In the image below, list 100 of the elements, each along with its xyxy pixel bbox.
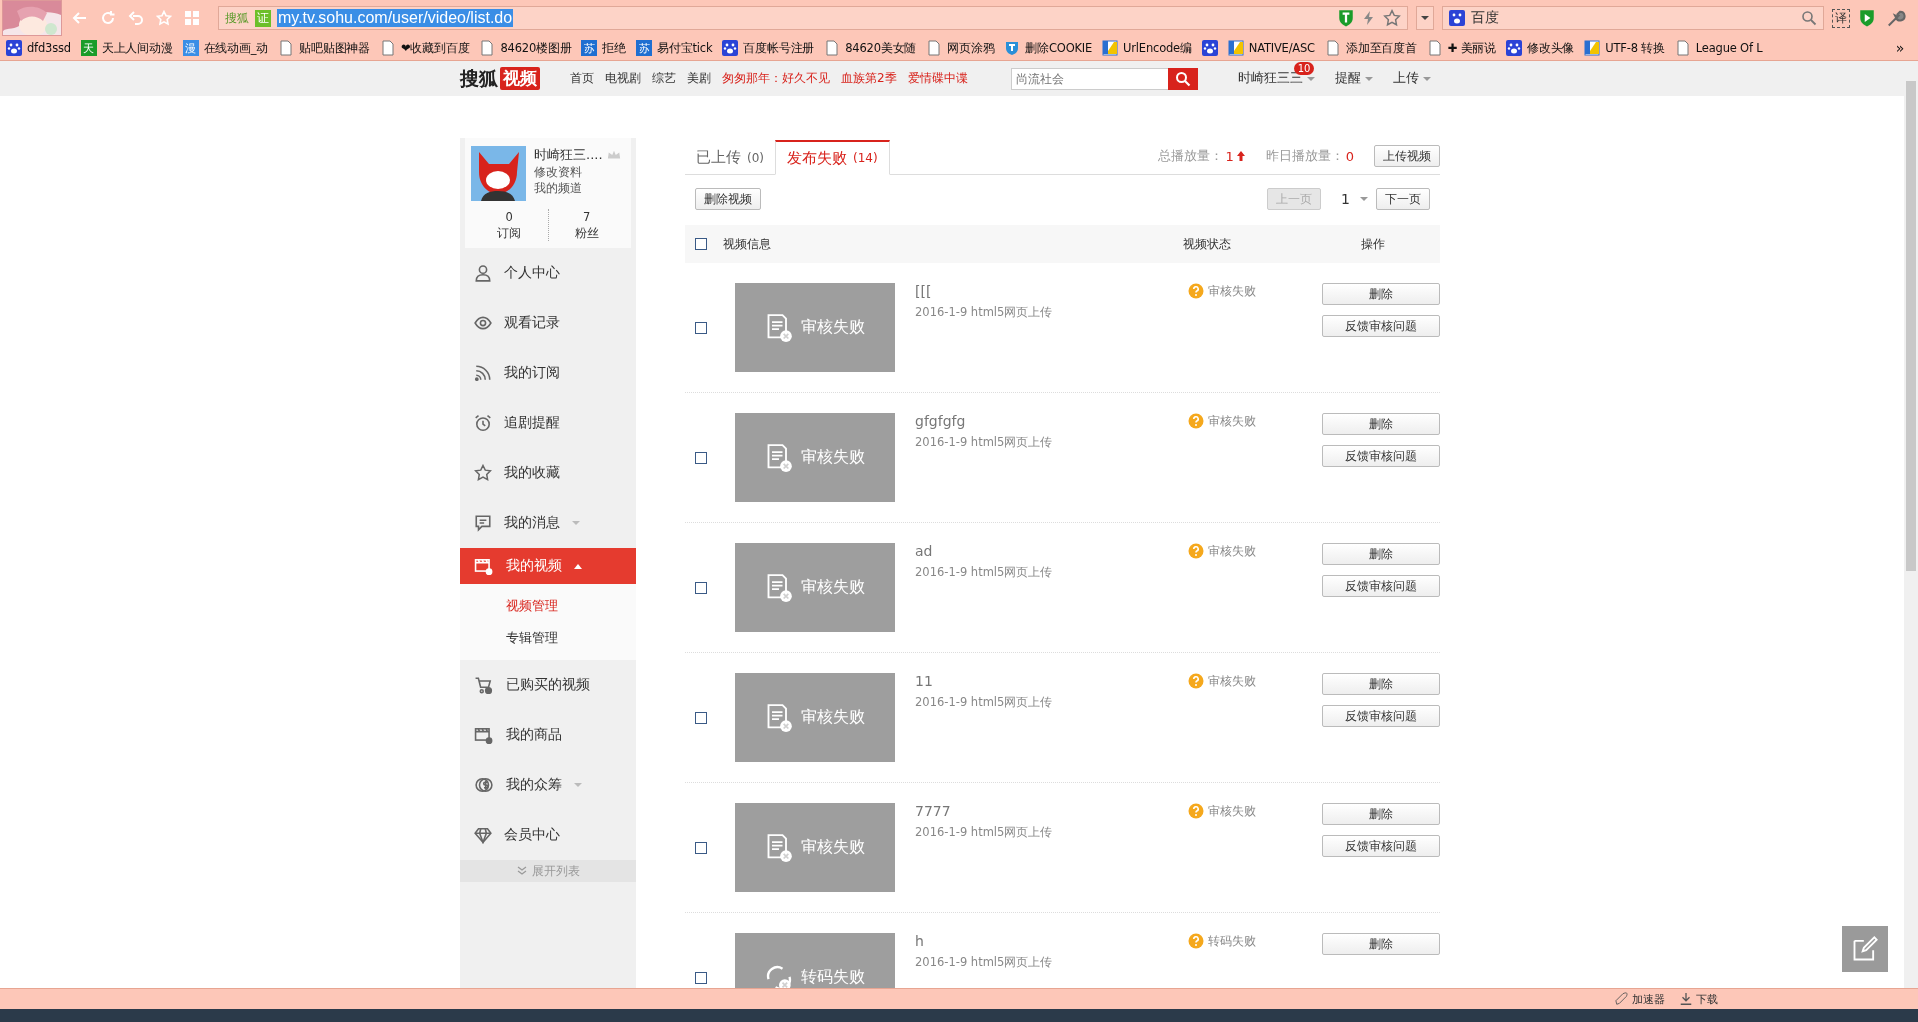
sidebar-item[interactable]: 我的消息	[460, 498, 636, 548]
bookmark-link[interactable]: UTF-8 转换	[1605, 40, 1665, 56]
bookmark-link[interactable]: 修改头像	[1527, 40, 1575, 56]
video-title[interactable]: ad	[915, 543, 1189, 559]
nav-link[interactable]: 血族第2季	[841, 70, 897, 87]
sidebar-item[interactable]: 我的视频	[460, 548, 636, 584]
page-icon	[278, 40, 295, 56]
nav-link[interactable]: 爱情碟中谍	[907, 70, 968, 87]
sidebar-subitem[interactable]: 视频管理	[460, 590, 558, 622]
play-shield-icon	[1858, 9, 1876, 27]
row-checkbox[interactable]	[695, 321, 707, 334]
row-checkbox[interactable]	[695, 581, 707, 594]
split-square-icon	[1584, 40, 1601, 56]
row-checkbox[interactable]	[695, 841, 707, 854]
search-field[interactable]: 百度	[1442, 6, 1824, 30]
status-item[interactable]: 加速器	[1632, 991, 1665, 1007]
action-button[interactable]: 删除	[1322, 933, 1440, 955]
bookmark-link[interactable]: 易付宝tick	[657, 40, 713, 56]
bookmark-link[interactable]: ❤收藏到百度	[401, 40, 470, 56]
bookmark-link[interactable]: 拒绝	[602, 40, 627, 56]
nav-link[interactable]: 电视剧	[605, 70, 641, 87]
sidebar-item[interactable]: 我的订阅	[460, 348, 636, 398]
sidebar-item[interactable]: 我的商品	[460, 710, 636, 760]
search-button[interactable]	[1167, 67, 1198, 90]
sidebar-item[interactable]: 追剧提醒	[460, 398, 636, 448]
site-logo-text[interactable]: 搜狐	[460, 65, 498, 92]
nav-link[interactable]: 美剧	[687, 70, 711, 87]
bookmark-link[interactable]: 84620楼图册	[500, 40, 572, 56]
site-search-field[interactable]: 尚流社会	[1010, 67, 1168, 90]
nav-link[interactable]: 综艺	[652, 70, 676, 87]
page-icon	[380, 40, 397, 56]
bookmark-link[interactable]: 添加至百度首	[1345, 40, 1417, 56]
video-title[interactable]: 7777	[915, 803, 1189, 819]
paw-icon	[6, 40, 22, 56]
action-button[interactable]: 删除	[1322, 673, 1440, 695]
select-all-checkbox[interactable]	[695, 238, 707, 250]
action-button[interactable]: 反馈审核问题	[1322, 315, 1440, 337]
profile-name[interactable]: 时崎狂三....	[534, 146, 603, 164]
bookmark-link[interactable]: ✚ 美丽说	[1447, 40, 1497, 56]
action-button[interactable]: 反馈审核问题	[1322, 575, 1440, 597]
stat-value: 0	[504, 209, 514, 225]
video-title[interactable]: 11	[915, 673, 1189, 689]
bookmark-link[interactable]: UrlEncode编	[1123, 40, 1192, 56]
row-checkbox[interactable]	[695, 971, 707, 984]
action-button[interactable]: 反馈审核问题	[1322, 445, 1440, 467]
action-button[interactable]: 删除	[1322, 803, 1440, 825]
page-number[interactable]: 1	[1341, 191, 1350, 207]
nav-link[interactable]: 首页	[570, 70, 594, 87]
action-button[interactable]: 反馈审核问题	[1322, 835, 1440, 857]
profile-link[interactable]: 修改资料	[534, 164, 621, 180]
up-arrow-icon	[1235, 150, 1246, 162]
status-item[interactable]: 下载	[1696, 991, 1718, 1007]
site-logo-badge[interactable]: 视频	[500, 67, 540, 90]
dropdown-button[interactable]	[1416, 6, 1434, 30]
video-title[interactable]: gfgfgfg	[915, 413, 1189, 429]
paw-icon	[1201, 40, 1218, 56]
bookmark-link[interactable]: 网页涂鸦	[947, 40, 995, 56]
bookmark-link[interactable]: League Of L	[1695, 41, 1763, 55]
bookmark-link[interactable]: 贴吧贴图神器	[299, 40, 371, 56]
action-button[interactable]: 删除	[1322, 413, 1440, 435]
bookmark-link[interactable]: 删除COOKIE	[1025, 40, 1093, 56]
bookmark-link[interactable]: 84620美女随	[845, 40, 917, 56]
row-checkbox[interactable]	[695, 711, 707, 724]
action-button[interactable]: 删除	[1322, 543, 1440, 565]
header-menu[interactable]: 上传	[1392, 70, 1419, 87]
nav-link[interactable]: 匆匆那年：好久不见	[722, 70, 830, 87]
bookmark-link[interactable]: 天上人间动漫	[101, 40, 173, 56]
header-menu[interactable]: 提醒	[1334, 70, 1361, 87]
video-title[interactable]: [[[	[915, 283, 1189, 299]
sidebar-subitem[interactable]: 专辑管理	[460, 622, 558, 654]
more-bookmarks-button[interactable]: »	[1895, 40, 1904, 56]
sidebar-item[interactable]: 个人中心	[460, 248, 636, 298]
action-button[interactable]: 删除	[1322, 283, 1440, 305]
download-icon	[1679, 992, 1693, 1006]
sidebar-item[interactable]: 我的众筹	[460, 760, 636, 810]
video-title[interactable]: h	[915, 933, 1189, 949]
row-checkbox[interactable]	[695, 451, 707, 464]
next-page-button[interactable]: 下一页	[1376, 188, 1430, 210]
document-failed-icon	[765, 573, 793, 602]
upload-video-button[interactable]: 上传视频	[1374, 145, 1440, 167]
profile-link[interactable]: 我的频道	[534, 180, 621, 196]
delete-videos-button[interactable]: 删除视频	[695, 188, 761, 210]
upload-info: 2016-1-9 html5网页上传	[915, 695, 1054, 710]
scrollbar[interactable]	[1904, 61, 1918, 988]
bookmark-link[interactable]: NATIVE/ASC	[1248, 41, 1315, 55]
action-button[interactable]: 反馈审核问题	[1322, 705, 1440, 727]
translate-button[interactable]: 译	[1832, 8, 1850, 28]
sidebar-item[interactable]: 观看记录	[460, 298, 636, 348]
bookmark-link[interactable]: dfd3ssd	[27, 41, 71, 55]
sidebar-item[interactable]: 会员中心	[460, 810, 636, 860]
bookmark-badge-icon: 漫	[182, 40, 199, 56]
document-failed-icon	[765, 703, 793, 732]
bookmark-link[interactable]: 在线动画_动	[203, 40, 269, 56]
tab[interactable]: 已上传 (0)	[685, 140, 775, 175]
bookmark-link[interactable]: 百度帐号注册	[743, 40, 815, 56]
edit-button[interactable]	[1842, 926, 1888, 972]
bookmark-badge-icon: 天	[80, 40, 97, 56]
sidebar-item[interactable]: 已购买的视频	[460, 660, 636, 710]
tab[interactable]: 发布失败 (14)	[775, 140, 890, 175]
sidebar-item[interactable]: 我的收藏	[460, 448, 636, 498]
